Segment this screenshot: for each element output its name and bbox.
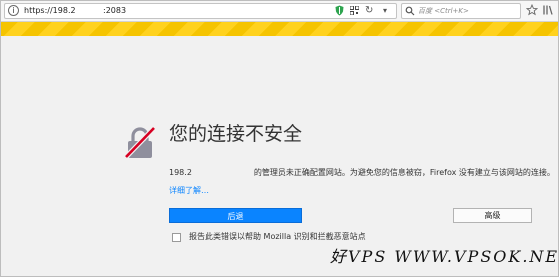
advanced-button[interactable]: 高级: [453, 208, 532, 223]
navigation-toolbar: i https://198.2 :2083 ↻ ▾ 百度 <Ctrl+K>: [1, 1, 558, 22]
url-host: https://198.2: [24, 6, 76, 15]
library-icon[interactable]: [542, 4, 554, 16]
url-port: :2083: [103, 6, 127, 15]
description-text: 的管理员未正确配置网站。为避免您的信息被窃，Firefox 没有建立与该网站的连…: [253, 168, 555, 177]
search-icon: [405, 6, 415, 16]
chevron-down-icon[interactable]: ▾: [383, 5, 387, 17]
error-description: 198.2 的管理员未正确配置网站。为避免您的信息被窃，Firefox 没有建立与…: [169, 167, 555, 179]
report-error-label: 报告此类错误以帮助 Mozilla 识别和拦截恶意站点: [189, 232, 366, 241]
browser-window: i https://198.2 :2083 ↻ ▾ 百度 <Ctrl+K> 您的…: [0, 0, 559, 277]
shield-icon[interactable]: [335, 5, 344, 16]
bookmark-star-icon[interactable]: [526, 4, 538, 16]
search-bar[interactable]: 百度 <Ctrl+K>: [401, 3, 521, 19]
qr-code-icon[interactable]: [350, 6, 359, 15]
go-back-button[interactable]: 后退: [169, 208, 302, 223]
report-error-checkbox[interactable]: [172, 233, 181, 242]
site-info-icon[interactable]: i: [8, 5, 19, 16]
redacted-url-segment: [75, 6, 101, 16]
page-title: 您的连接不安全: [169, 123, 303, 145]
url-bar[interactable]: i https://198.2 :2083 ↻ ▾: [4, 3, 397, 19]
description-host: 198.2: [169, 168, 192, 177]
reload-icon[interactable]: ↻: [365, 4, 373, 17]
search-placeholder: 百度 <Ctrl+K>: [418, 7, 469, 15]
site-watermark: 好VPS WWW.VPSOK.NET: [330, 247, 559, 266]
warning-stripe: [1, 22, 558, 36]
broken-lock-icon: [124, 126, 156, 159]
learn-more-link[interactable]: 详细了解…: [169, 185, 209, 197]
redacted-host-segment: [191, 167, 254, 175]
